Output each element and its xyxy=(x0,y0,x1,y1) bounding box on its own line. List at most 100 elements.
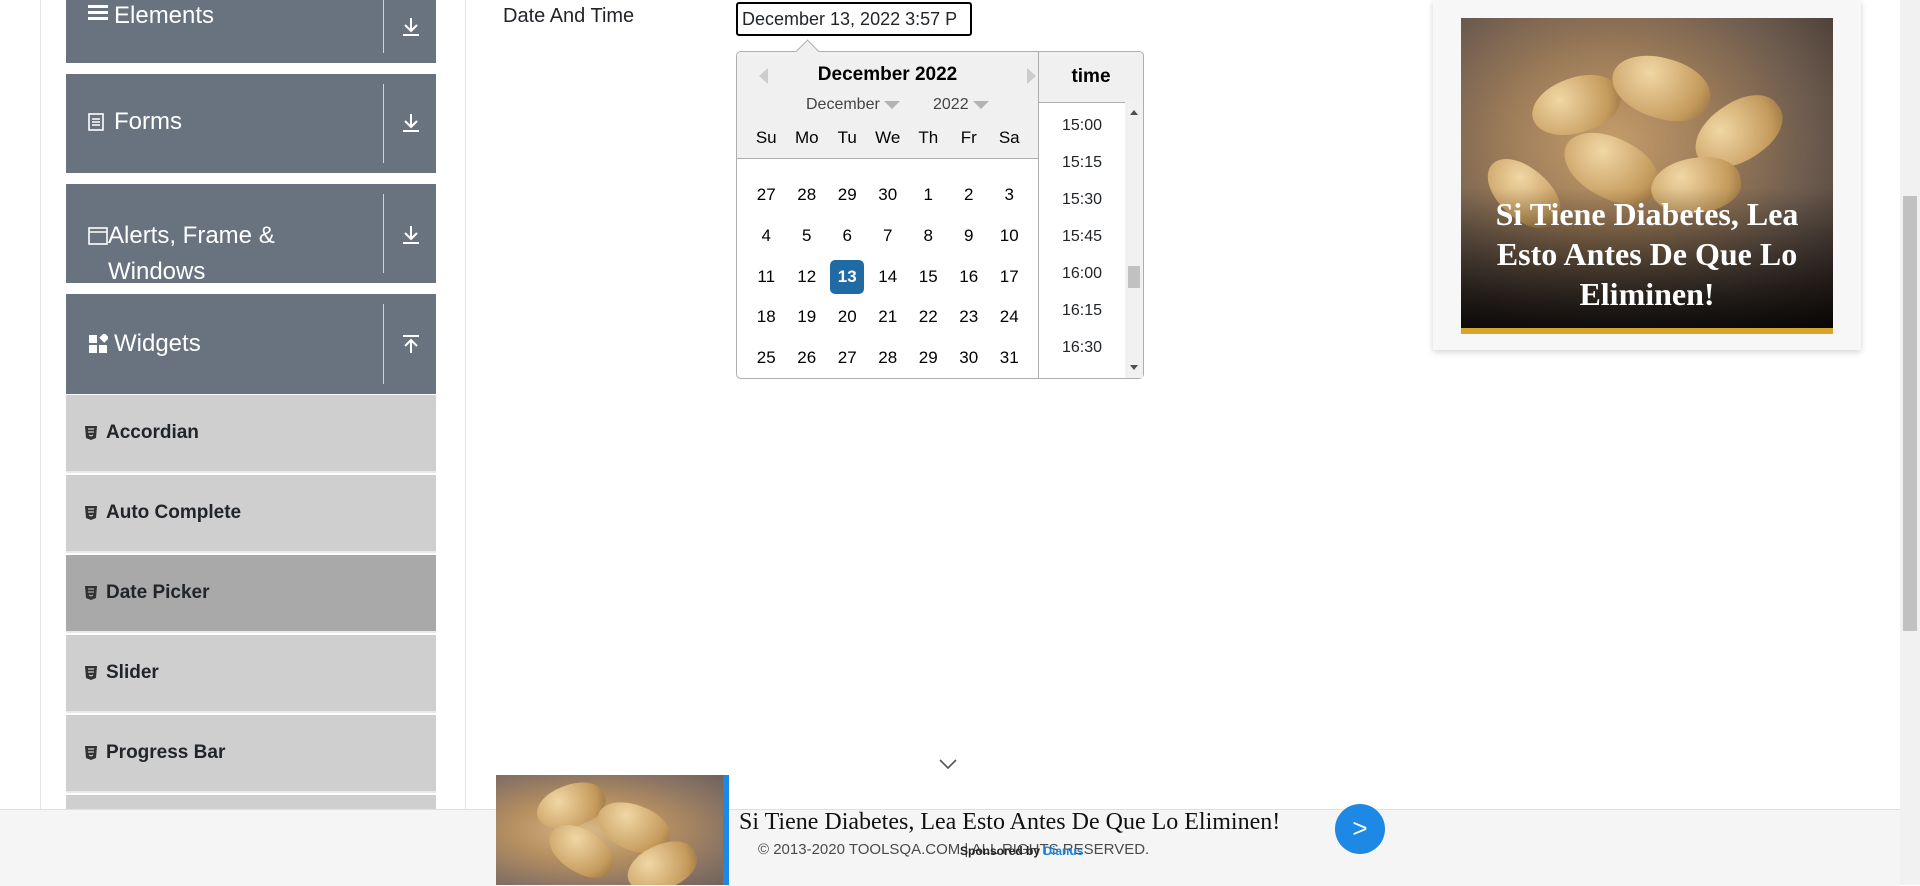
calendar-day[interactable]: 12 xyxy=(787,256,828,297)
sidebar-item-auto-complete[interactable]: Auto Complete xyxy=(66,475,436,553)
year-select[interactable]: 2022 xyxy=(933,96,989,114)
calendar-day[interactable]: 16 xyxy=(949,256,990,297)
calendar-days: 27 28 29 30 1 2 3 4 5 6 7 8 9 10 11 12 1… xyxy=(746,175,1030,378)
time-option[interactable]: 15:15 xyxy=(1039,154,1125,172)
calendar-day[interactable]: 29 xyxy=(827,175,868,216)
time-option[interactable]: 16:15 xyxy=(1039,302,1125,320)
weekday-label: Fr xyxy=(960,128,977,147)
weekday-label: Sa xyxy=(998,128,1020,147)
date-time-input[interactable] xyxy=(736,2,972,36)
calendar-day[interactable]: 28 xyxy=(787,175,828,216)
calendar-day[interactable]: 22 xyxy=(908,297,949,338)
calendar-day[interactable]: 31 xyxy=(989,338,1030,379)
dropdown-arrow-icon xyxy=(972,100,989,109)
scrollbar-thumb[interactable] xyxy=(1128,266,1140,288)
weekday-label: Mo xyxy=(794,128,819,147)
html5-icon xyxy=(85,666,97,680)
calendar-day[interactable]: 4 xyxy=(746,216,787,257)
time-list[interactable]: 15:00 15:15 15:30 15:45 16:00 16:15 16:3… xyxy=(1039,102,1125,378)
divider xyxy=(383,0,384,53)
divider xyxy=(383,84,384,163)
group-label: Alerts, Frame & Windows xyxy=(108,222,275,285)
time-option[interactable]: 15:00 xyxy=(1039,117,1125,135)
time-option[interactable]: 15:45 xyxy=(1039,228,1125,246)
calendar-day[interactable]: 10 xyxy=(989,216,1030,257)
date-time-label: Date And Time xyxy=(503,5,635,27)
group-alerts-frame-windows[interactable]: Alerts, Frame & Windows xyxy=(66,184,436,285)
calendar-day[interactable]: 14 xyxy=(868,256,909,297)
calendar-day[interactable]: 21 xyxy=(868,297,909,338)
next-month-button[interactable] xyxy=(1027,68,1036,84)
weekday-row: Su Mo Tu We Th Fr Sa xyxy=(746,128,1030,148)
calendar-day[interactable]: 1 xyxy=(908,175,949,216)
calendar-day[interactable]: 7 xyxy=(868,216,909,257)
sidebar-item-progress-bar[interactable]: Progress Bar xyxy=(66,715,436,793)
window-icon xyxy=(88,218,108,257)
calendar-day[interactable]: 18 xyxy=(746,297,787,338)
calendar-day[interactable]: 3 xyxy=(989,175,1030,216)
bottom-advertisement[interactable]: Si Tiene Diabetes, Lea Esto Antes De Que… xyxy=(496,775,1396,885)
calendar-day[interactable]: 27 xyxy=(827,338,868,379)
ad-headline: Si Tiene Diabetes, Lea Esto Antes De Que… xyxy=(739,809,1281,835)
download-arrow-icon[interactable] xyxy=(398,222,424,248)
sidebar-item-label: Auto Complete xyxy=(106,502,242,523)
scroll-down-icon[interactable] xyxy=(1130,365,1138,370)
calendar-day[interactable]: 23 xyxy=(949,297,990,338)
group-elements[interactable]: Elements xyxy=(66,0,436,63)
ad-headline: Si Tiene Diabetes, Lea Esto Antes De Que… xyxy=(1495,196,1799,312)
calendar-day[interactable]: 6 xyxy=(827,216,868,257)
calendar-day[interactable]: 2 xyxy=(949,175,990,216)
sidebar-item-slider[interactable]: Slider xyxy=(66,635,436,713)
group-label: Forms xyxy=(114,108,182,135)
time-scrollbar[interactable] xyxy=(1125,102,1143,378)
time-option[interactable]: 15:30 xyxy=(1039,191,1125,209)
calendar-day[interactable]: 27 xyxy=(746,175,787,216)
left-panel: Elements Forms Alerts, Frame & Windows W… xyxy=(40,0,466,885)
time-column: time 15:00 15:15 15:30 15:45 16:00 16:15… xyxy=(1039,52,1143,378)
calendar-day[interactable]: 5 xyxy=(787,216,828,257)
group-forms[interactable]: Forms xyxy=(66,74,436,173)
ad-go-button[interactable]: > xyxy=(1335,804,1385,854)
calendar-day[interactable]: 11 xyxy=(746,256,787,297)
group-widgets[interactable]: Widgets xyxy=(66,294,436,394)
scroll-up-icon[interactable] xyxy=(1130,110,1138,115)
calendar-day[interactable]: 30 xyxy=(949,338,990,379)
calendar-week: 11 12 13 14 15 16 17 xyxy=(746,256,1030,297)
time-header: time xyxy=(1039,52,1143,103)
sidebar-item-date-picker[interactable]: Date Picker xyxy=(66,555,436,633)
weekday-label: We xyxy=(875,128,901,147)
calendar-day[interactable]: 28 xyxy=(868,338,909,379)
time-option[interactable]: 16:00 xyxy=(1039,265,1125,283)
calendar-week: 25 26 27 28 29 30 31 xyxy=(746,338,1030,379)
download-arrow-icon[interactable] xyxy=(398,14,424,40)
year-select-value: 2022 xyxy=(933,96,969,113)
calendar-day-selected[interactable]: 13 xyxy=(827,256,868,297)
calendar-day[interactable]: 30 xyxy=(868,175,909,216)
calendar-day[interactable]: 25 xyxy=(746,338,787,379)
advertisement[interactable]: Si Tiene Diabetes, Lea Esto Antes De Que… xyxy=(1433,0,1861,350)
group-label: Widgets xyxy=(114,330,201,357)
scrollbar-thumb[interactable] xyxy=(1903,196,1917,631)
page-scrollbar[interactable] xyxy=(1900,0,1920,885)
chevron-down-icon[interactable] xyxy=(937,757,959,771)
calendar-day[interactable]: 17 xyxy=(989,256,1030,297)
divider xyxy=(383,194,384,273)
download-arrow-icon[interactable] xyxy=(398,110,424,136)
calendar-day[interactable]: 20 xyxy=(827,297,868,338)
calendar-day[interactable]: 8 xyxy=(908,216,949,257)
month-select[interactable]: December xyxy=(806,96,900,114)
calendar-day[interactable]: 19 xyxy=(787,297,828,338)
sidebar-item-label: Slider xyxy=(106,662,159,683)
calendar-day[interactable]: 9 xyxy=(949,216,990,257)
calendar-day[interactable]: 15 xyxy=(908,256,949,297)
calendar-day[interactable]: 29 xyxy=(908,338,949,379)
time-option[interactable]: 16:30 xyxy=(1039,339,1125,357)
sidebar-item-accordian[interactable]: Accordian xyxy=(66,395,436,473)
calendar-day[interactable]: 26 xyxy=(787,338,828,379)
weekday-label: Tu xyxy=(837,128,857,147)
html5-icon xyxy=(85,586,97,600)
calendar-day[interactable]: 24 xyxy=(989,297,1030,338)
widgets-icon xyxy=(88,326,114,366)
sidebar-item-label: Progress Bar xyxy=(106,742,226,763)
upload-arrow-icon[interactable] xyxy=(398,332,424,358)
